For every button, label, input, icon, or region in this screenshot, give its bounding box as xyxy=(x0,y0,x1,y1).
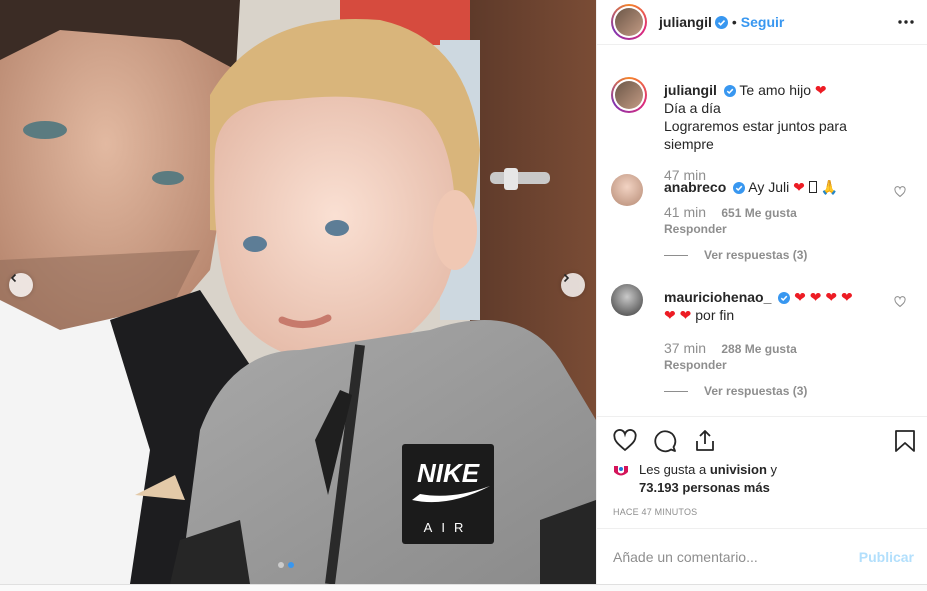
comment-likes[interactable]: 288 Me gusta xyxy=(721,342,796,356)
likes-others[interactable]: 73.193 personas más xyxy=(639,480,770,495)
caption-username[interactable]: juliangil xyxy=(664,82,717,98)
likes-prefix: Les gusta a xyxy=(639,462,707,477)
carousel-next-button[interactable] xyxy=(561,273,585,297)
page-bottom-strip xyxy=(0,584,927,591)
verified-icon xyxy=(714,15,728,29)
comment-content: mauriciohenao_ ❤ ❤ ❤ ❤ ❤ ❤ por fin 37 mi… xyxy=(664,288,894,400)
photo-image: NIKE AIR xyxy=(0,0,596,584)
comment-input[interactable] xyxy=(613,548,859,565)
post-header: juliangil • Seguir xyxy=(597,0,927,45)
caption-line-1: Te amo hijo xyxy=(739,82,812,98)
like-comment-heart-icon[interactable] xyxy=(894,186,906,198)
author-username[interactable]: juliangil xyxy=(659,14,712,30)
comment-text: por fin xyxy=(695,307,735,323)
comment-avatar[interactable] xyxy=(611,284,643,316)
reply-button[interactable]: Responder xyxy=(664,357,894,373)
likes-text: Les gusta a univision y 73.193 personas … xyxy=(613,461,777,497)
chevron-right-icon xyxy=(563,273,570,283)
comment-content: anabreco Ay Juli ❤ 🙏 41 min 651 Me gusta… xyxy=(664,178,894,264)
red-heart-icon: ❤ ❤ ❤ ❤ xyxy=(794,289,853,305)
publish-button[interactable]: Publicar xyxy=(859,549,914,565)
svg-text:NIKE: NIKE xyxy=(417,458,480,488)
caption: juliangil Te amo hijo ❤ Día a día Lograr… xyxy=(611,77,916,183)
carousel-dots xyxy=(278,562,294,568)
caption-avatar[interactable] xyxy=(611,77,647,113)
comment-likes[interactable]: 651 Me gusta xyxy=(721,206,796,220)
view-replies-button[interactable]: Ver respuestas (3) xyxy=(664,382,894,400)
verified-icon xyxy=(778,292,791,304)
share-icon[interactable] xyxy=(693,429,717,453)
comment-time[interactable]: 37 min xyxy=(664,340,706,356)
carousel-dot xyxy=(278,562,284,568)
heart-icon[interactable] xyxy=(613,429,637,453)
comment-meta: 37 min 288 Me gusta Responder xyxy=(664,340,894,373)
comment-composer: Publicar xyxy=(597,528,927,584)
post-photo[interactable]: NIKE AIR xyxy=(0,0,596,584)
post-timestamp[interactable]: HACE 47 MINUTOS xyxy=(613,507,697,517)
author-avatar[interactable] xyxy=(611,4,647,40)
bookmark-icon[interactable] xyxy=(894,429,916,453)
carousel-prev-button[interactable] xyxy=(9,273,33,297)
post-actions: Les gusta a univision y 73.193 personas … xyxy=(597,416,927,528)
verified-icon xyxy=(733,182,746,194)
comment-time[interactable]: 41 min xyxy=(664,204,706,220)
caption-line-3: Lograremos estar juntos para siempre xyxy=(664,118,847,152)
like-comment-heart-icon[interactable] xyxy=(894,296,906,308)
header-separator: • xyxy=(731,14,737,30)
comment-text: Ay Juli xyxy=(748,179,790,195)
missing-glyph-icon xyxy=(808,181,817,193)
comment-username[interactable]: mauriciohenao_ xyxy=(664,289,771,305)
comment-item: anabreco Ay Juli ❤ 🙏 41 min 651 Me gusta… xyxy=(611,174,916,274)
more-icon[interactable] xyxy=(897,13,915,31)
chevron-left-icon xyxy=(10,273,17,283)
univision-logo-icon xyxy=(614,466,628,476)
caption-content: juliangil Te amo hijo ❤ Día a día Lograr… xyxy=(664,81,894,184)
carousel-dot-active xyxy=(288,562,294,568)
svg-text:AIR: AIR xyxy=(424,520,473,535)
likes-account[interactable]: univision xyxy=(710,462,767,477)
red-heart-icon: ❤ xyxy=(793,179,805,195)
divider-line xyxy=(664,254,688,256)
red-heart-icon: ❤ xyxy=(814,82,827,98)
comment-avatar[interactable] xyxy=(611,174,643,206)
view-replies-label: Ver respuestas (3) xyxy=(704,384,808,398)
likes-summary: Les gusta a univision y 73.193 personas … xyxy=(613,461,777,497)
verified-icon xyxy=(723,85,736,97)
comment-item: mauriciohenao_ ❤ ❤ ❤ ❤ ❤ ❤ por fin 37 mi… xyxy=(611,284,916,398)
caption-line-2: Día a día xyxy=(664,100,721,116)
likes-suffix: y xyxy=(770,462,778,477)
follow-button[interactable]: Seguir xyxy=(741,14,785,30)
comment-icon[interactable] xyxy=(653,429,677,453)
post-panel: juliangil • Seguir juliangil Te amo hijo… xyxy=(596,0,927,584)
divider-line xyxy=(664,390,688,392)
comment-username[interactable]: anabreco xyxy=(664,179,726,195)
view-replies-label: Ver respuestas (3) xyxy=(704,248,808,262)
praying-hands-icon: 🙏 xyxy=(820,179,839,195)
view-replies-button[interactable]: Ver respuestas (3) xyxy=(664,246,894,264)
reply-button[interactable]: Responder xyxy=(664,221,894,237)
comment-meta: 41 min 651 Me gusta Responder xyxy=(664,204,894,237)
red-heart-icon: ❤ ❤ xyxy=(664,307,692,323)
